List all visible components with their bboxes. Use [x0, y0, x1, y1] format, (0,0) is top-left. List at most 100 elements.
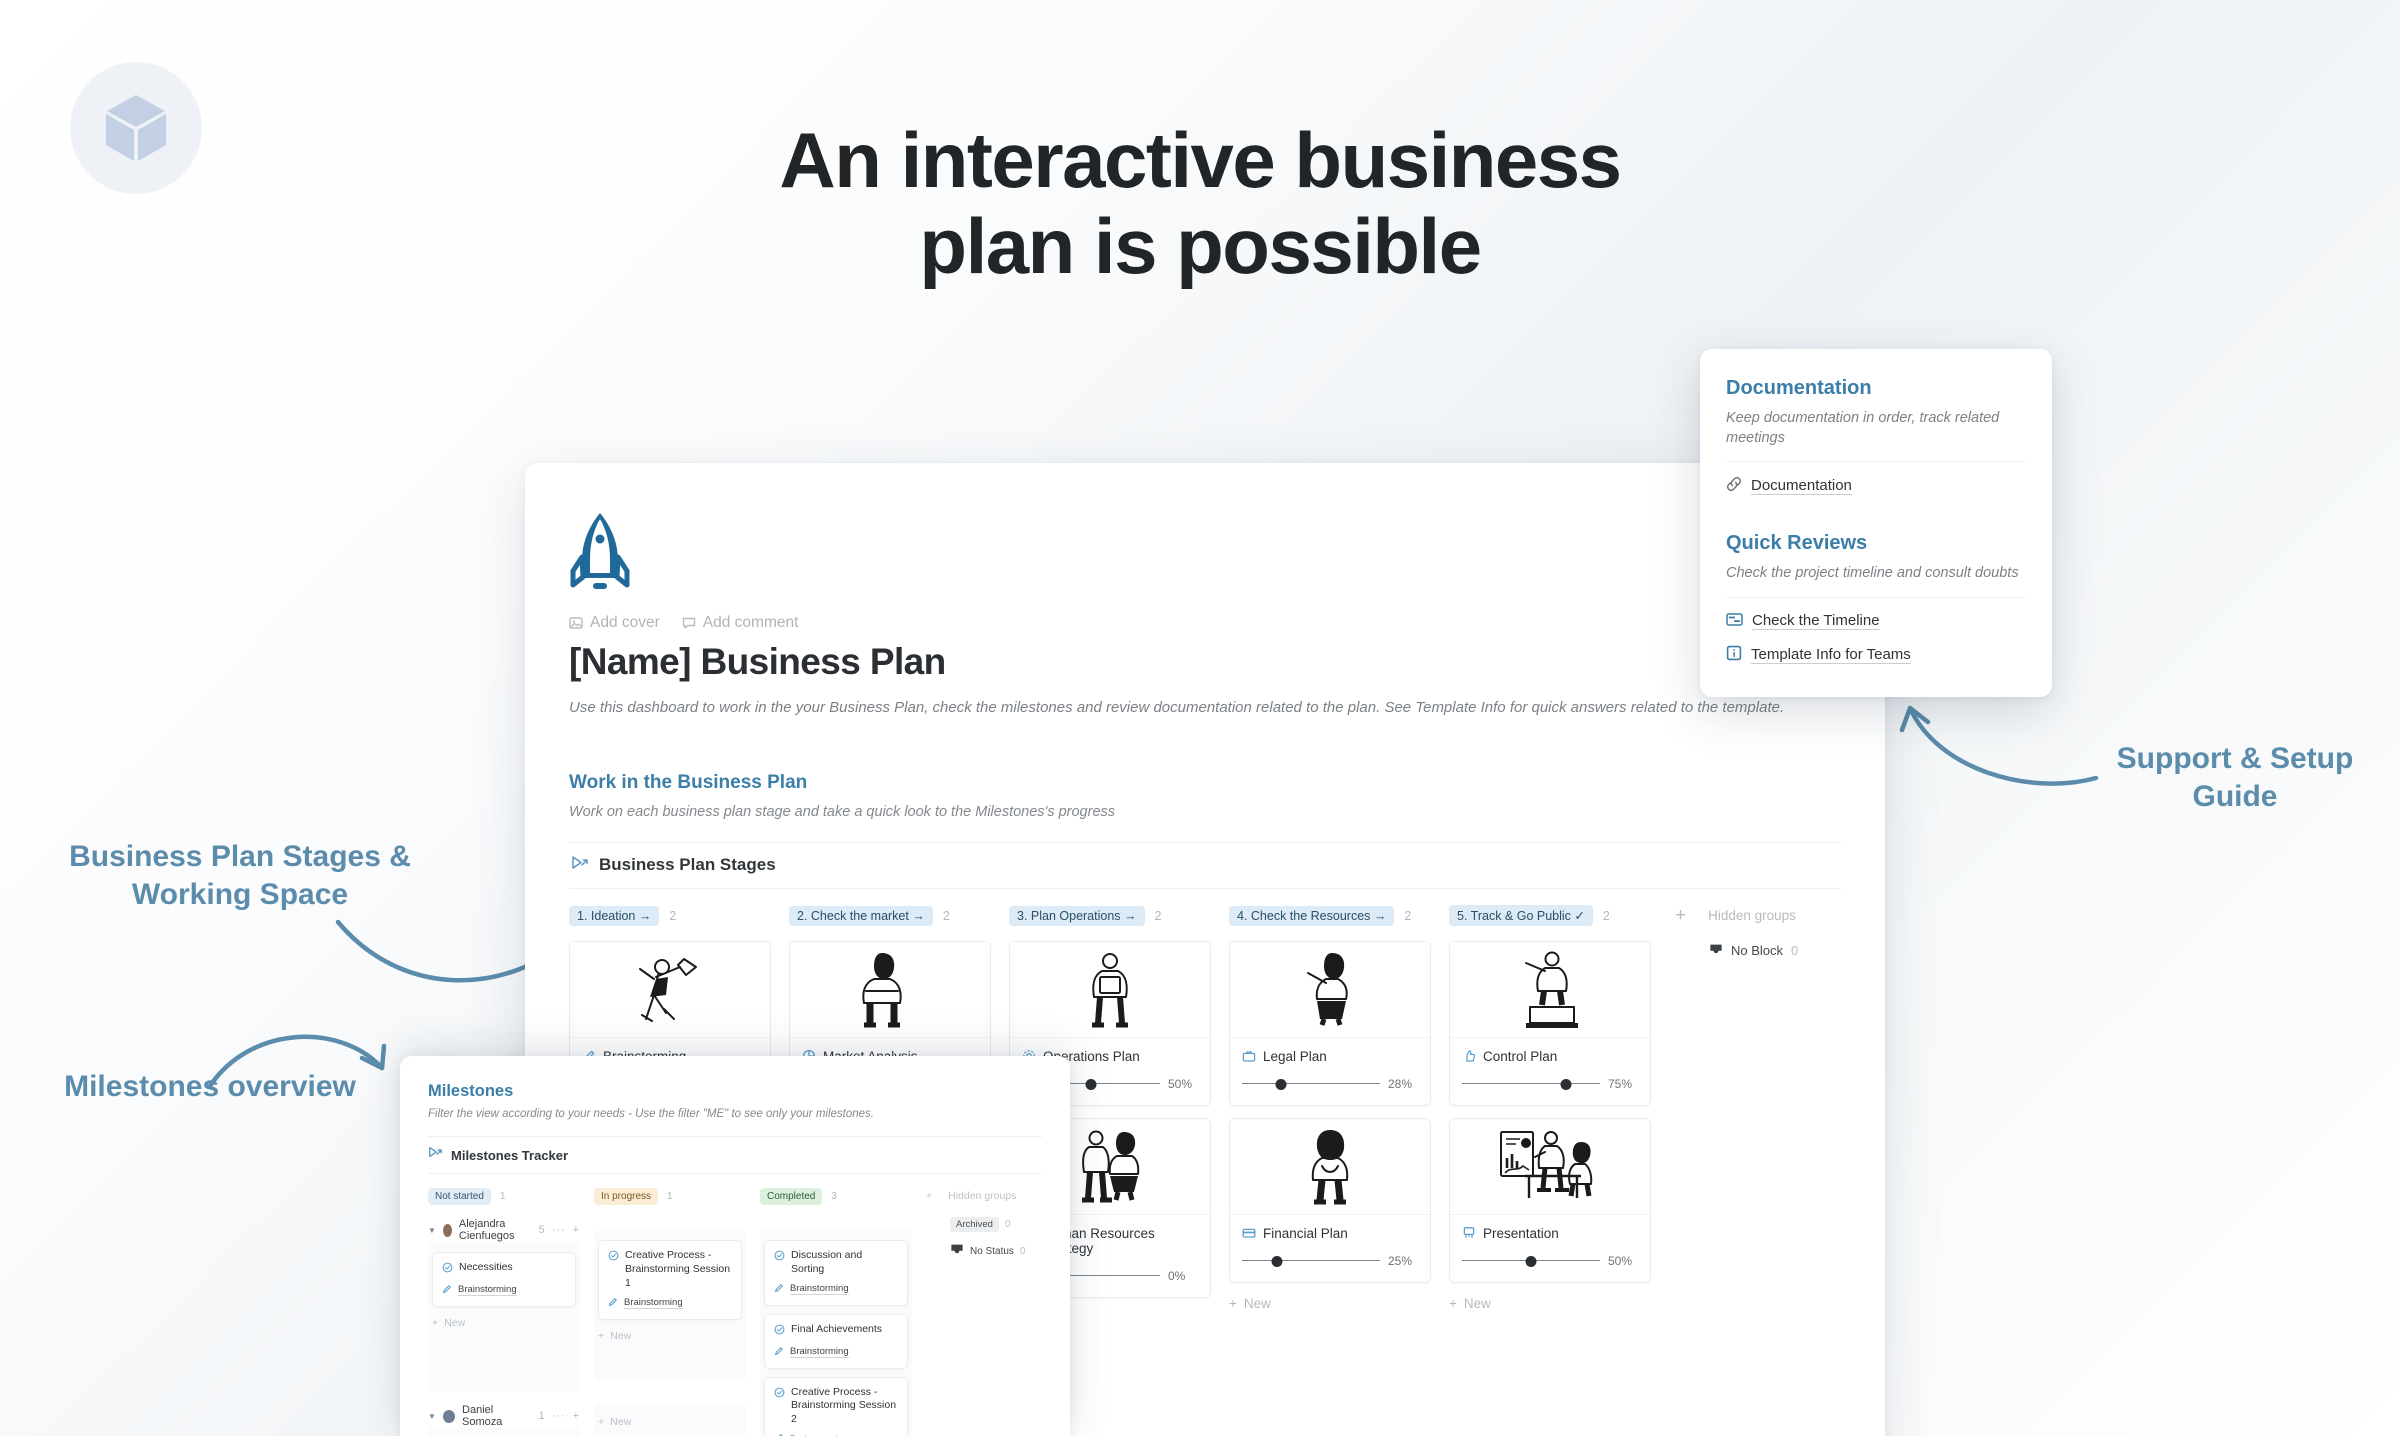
check-circle-icon: [774, 1387, 785, 1403]
milestone-card-title: Necessities: [459, 1261, 513, 1273]
kanban-column-header: 2. Check the market → 2: [789, 903, 991, 929]
rocket-icon[interactable]: [569, 509, 1841, 598]
popup-link-documentation[interactable]: Documentation: [1726, 476, 2026, 496]
add-cover-button[interactable]: Add cover: [569, 614, 660, 632]
chevron-down-icon[interactable]: ▼: [428, 1412, 436, 1421]
milestone-card[interactable]: Discussion and Sorting Brainstorming: [764, 1240, 908, 1306]
card-body: Legal Plan 28%: [1230, 1038, 1430, 1105]
milestone-card[interactable]: Final Achievements Brainstorming: [764, 1313, 908, 1369]
progress-track[interactable]: [1462, 1255, 1600, 1267]
plus-icon[interactable]: +: [573, 1224, 580, 1236]
kanban-card[interactable]: Legal Plan 28%: [1229, 940, 1431, 1106]
milestones-column-label[interactable]: In progress: [594, 1187, 659, 1205]
card-illustration: [1230, 941, 1430, 1038]
milestone-card-tag[interactable]: Brainstorming: [442, 1284, 566, 1297]
popup-quick-reviews-heading[interactable]: Quick Reviews: [1726, 532, 2026, 555]
document-subtitle: Use this dashboard to work in the your B…: [569, 699, 1785, 716]
page-meta-actions: Add cover Add comment: [569, 614, 1841, 632]
milestones-new-button[interactable]: + New: [432, 1317, 576, 1329]
milestones-cell: Necessities Brainstorming +New: [428, 1428, 580, 1436]
comment-icon: [682, 617, 695, 629]
milestone-card-tag[interactable]: Brainstorming: [774, 1346, 898, 1359]
milestones-column-count: 1: [667, 1190, 673, 1202]
milestones-column-count: 1: [499, 1190, 506, 1202]
kanban-column-header: 3. Plan Operations → 2: [1009, 903, 1211, 929]
progress-track[interactable]: [1462, 1078, 1600, 1090]
milestone-card[interactable]: Creative Process - Brainstorming Session…: [764, 1376, 908, 1436]
more-options-icon[interactable]: ···: [552, 1224, 566, 1236]
milestones-group-header[interactable]: ▼ Alejandra Cienfuegos 5 ··· +: [428, 1218, 580, 1242]
progress-knob[interactable]: [1525, 1255, 1537, 1267]
popup-link-template-info[interactable]: Template Info for Teams: [1726, 645, 2026, 665]
popup-divider-2: [1726, 596, 2026, 598]
milestones-hidden-item-label[interactable]: Archived: [950, 1217, 999, 1232]
plus-icon[interactable]: +: [573, 1410, 580, 1422]
milestones-group-header[interactable]: ▼ Daniel Somoza 1 ··· +: [428, 1404, 580, 1428]
hidden-group-item[interactable]: No Block 0: [1709, 943, 1855, 959]
milestones-column-header: Not started 1: [428, 1186, 580, 1206]
milestones-database-title[interactable]: Milestones Tracker: [451, 1148, 568, 1163]
milestone-card-title-row: Final Achievements: [774, 1323, 898, 1340]
milestones-column-label[interactable]: Not started: [428, 1187, 491, 1205]
kanban-column-label[interactable]: 1. Ideation →: [569, 905, 660, 926]
progress-track[interactable]: [1242, 1255, 1380, 1267]
milestone-card[interactable]: Creative Process - Brainstorming Session…: [598, 1240, 742, 1320]
milestones-board: Not started 1 ▼ Alejandra Cienfuegos 5 ·…: [428, 1186, 1042, 1436]
kanban-card[interactable]: Financial Plan 25%: [1229, 1117, 1431, 1283]
milestone-card-tag-label: Brainstorming: [624, 1297, 683, 1310]
chevron-down-icon[interactable]: ▼: [428, 1226, 436, 1235]
kanban-column-label[interactable]: 5. Track & Go Public ✓: [1449, 905, 1593, 926]
progress-track[interactable]: [1242, 1078, 1380, 1090]
milestones-new-button[interactable]: + New: [598, 1330, 742, 1342]
card-progress[interactable]: 50%: [1462, 1254, 1638, 1268]
kanban-new-button[interactable]: + New: [1449, 1296, 1651, 1311]
milestone-card-title: Final Achievements: [791, 1322, 883, 1335]
progress-knob[interactable]: [1275, 1078, 1287, 1090]
milestone-card-tag[interactable]: Brainstorming: [608, 1297, 732, 1310]
add-group-button[interactable]: +: [1675, 905, 1686, 927]
popup-documentation-heading[interactable]: Documentation: [1726, 377, 2026, 400]
milestones-hidden-item[interactable]: Archived 0: [950, 1217, 1056, 1232]
progress-knob[interactable]: [1560, 1078, 1571, 1090]
plus-icon: +: [1449, 1295, 1457, 1311]
milestones-hidden-item[interactable]: No Status 0: [950, 1243, 1056, 1259]
milestone-card-tag[interactable]: Brainstorming: [774, 1283, 898, 1296]
page-root: An interactive business plan is possible…: [0, 0, 2400, 1436]
kanban-column-count: 2: [669, 908, 677, 923]
kanban-card[interactable]: Presentation 50%: [1449, 1117, 1651, 1283]
hidden-group-count: 0: [1791, 943, 1799, 958]
pencil-small-icon: [608, 1297, 618, 1310]
milestones-group-name: Daniel Somoza: [462, 1404, 503, 1428]
progress-knob[interactable]: [1085, 1078, 1097, 1090]
kanban-card[interactable]: Control Plan 75%: [1449, 940, 1651, 1106]
more-options-icon[interactable]: ···: [552, 1410, 566, 1422]
card-progress[interactable]: 75%: [1462, 1077, 1638, 1091]
add-comment-button[interactable]: Add comment: [682, 614, 798, 632]
annotation-arrow-milestones: [207, 1034, 387, 1089]
card-progress[interactable]: 25%: [1242, 1254, 1418, 1268]
milestones-column-label[interactable]: Completed: [760, 1187, 823, 1205]
plus-icon[interactable]: +: [926, 1190, 932, 1202]
card-progress[interactable]: 28%: [1242, 1077, 1418, 1091]
card-icon: [1242, 1226, 1256, 1240]
check-circle-icon: [608, 1250, 619, 1266]
kanban-column-label[interactable]: 2. Check the market →: [789, 905, 933, 926]
progress-knob[interactable]: [1271, 1255, 1282, 1267]
kanban-new-button[interactable]: + New: [1229, 1296, 1431, 1311]
milestone-card[interactable]: Necessities Brainstorming: [432, 1252, 576, 1307]
milestones-subheading: Filter the view according to your needs …: [428, 1108, 874, 1120]
milestones-new-button[interactable]: + New: [598, 1416, 742, 1428]
card-title-row: Financial Plan: [1242, 1226, 1418, 1241]
section-heading-work-in-business-plan[interactable]: Work in the Business Plan: [569, 772, 1841, 794]
annotation-arrow-support: [1899, 705, 2099, 786]
kanban-column-label[interactable]: 4. Check the Resources →: [1229, 905, 1395, 926]
kanban-column-label[interactable]: 3. Plan Operations →: [1009, 905, 1145, 926]
milestones-hidden-groups: + Hidden groups Archived 0 No Status 0: [926, 1186, 1056, 1436]
kanban-column: 5. Track & Go Public ✓ 2 Control Plan 75…: [1449, 903, 1651, 1326]
card-body: Control Plan 75%: [1450, 1038, 1650, 1105]
popup-link-check-timeline[interactable]: Check the Timeline: [1726, 612, 2026, 631]
milestones-heading[interactable]: Milestones: [428, 1082, 1042, 1101]
document-title[interactable]: [Name] Business Plan: [569, 641, 1841, 683]
milestones-panel: Milestones Filter the view according to …: [400, 1056, 1070, 1436]
database-title[interactable]: Business Plan Stages: [599, 855, 776, 875]
